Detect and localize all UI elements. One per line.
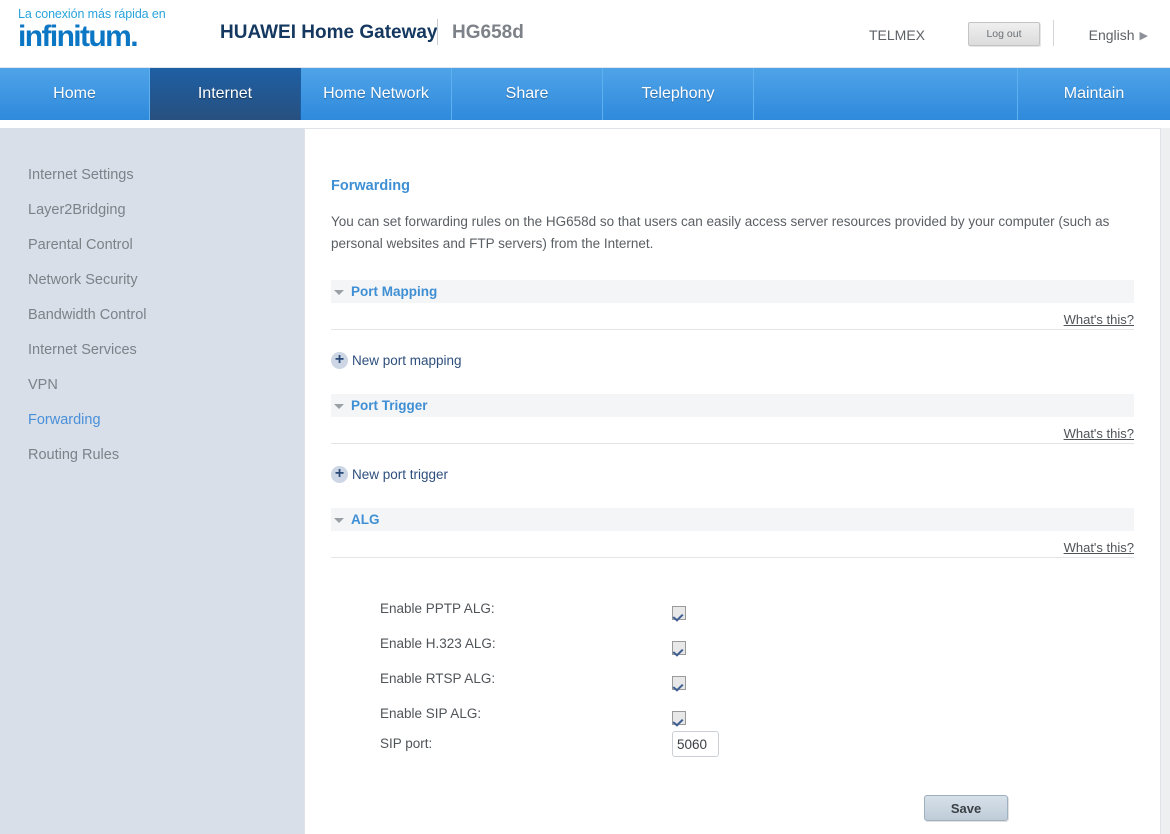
sidebar-item-forwarding[interactable]: Forwarding [0,410,304,445]
alg-form: Enable PPTP ALG: Enable H.323 ALG: Enabl… [331,591,1134,769]
whats-this-link-port-trigger[interactable]: What's this? [1064,426,1134,441]
sidebar-item-bandwidth-control[interactable]: Bandwidth Control [0,305,304,340]
logo-tagline: La conexión más rápida en [18,7,166,21]
section-header-port-trigger[interactable]: Port Trigger [331,394,1134,417]
section-port-trigger: Port Trigger What's this? + New port tri… [331,394,1134,483]
label-h323-alg: Enable H.323 ALG: [380,636,496,651]
save-button-wrapper: Save [924,795,1008,821]
triangle-down-icon [334,518,344,523]
main-navigation: Home Internet Home Network Share Telepho… [0,68,1170,128]
page-description: You can set forwarding rules on the HG65… [331,214,1110,251]
label-sip-port: SIP port: [380,736,433,751]
label-rtsp-alg: Enable RTSP ALG: [380,671,496,686]
label-pptp-alg: Enable PPTP ALG: [380,601,495,616]
brand-title: HUAWEI Home Gateway [220,22,438,43]
nav-item-home-network[interactable]: Home Network [301,68,452,120]
checkbox-pptp-alg[interactable] [672,606,686,620]
page-body: Internet Settings Layer2Bridging Parenta… [0,120,1170,834]
field-row-sip-alg: Enable SIP ALG: [331,696,1134,731]
nav-item-telephony[interactable]: Telephony [603,68,754,120]
language-selector[interactable]: English ▶ [1089,27,1148,43]
section-alg: ALG What's this? Enable PPTP ALG: Enable… [331,508,1134,769]
section-title-port-trigger: Port Trigger [351,398,428,413]
label-sip-alg: Enable SIP ALG: [380,706,482,721]
new-port-trigger-label: New port trigger [352,467,449,482]
whats-this-row-port-mapping: What's this? [331,303,1134,330]
whats-this-link-port-mapping[interactable]: What's this? [1064,312,1134,327]
logout-button[interactable]: Log out [968,22,1040,46]
section-header-port-mapping[interactable]: Port Mapping [331,280,1134,303]
sidebar-item-internet-services[interactable]: Internet Services [0,340,304,375]
sidebar-item-internet-settings[interactable]: Internet Settings [0,165,304,200]
infinitum-logo[interactable]: La conexión más rápida en infinitum. [18,7,208,52]
checkbox-h323-alg[interactable] [672,641,686,655]
whats-this-row-alg: What's this? [331,531,1134,558]
section-port-mapping: Port Mapping What's this? + New port map… [331,280,1134,369]
field-row-sip-port: SIP port: [331,731,1134,769]
field-row-pptp-alg: Enable PPTP ALG: [331,591,1134,626]
field-row-rtsp-alg: Enable RTSP ALG: [331,661,1134,696]
section-header-alg[interactable]: ALG [331,508,1134,531]
sidebar-item-layer2bridging[interactable]: Layer2Bridging [0,200,304,235]
body-row: Internet Settings Layer2Bridging Parenta… [0,128,1170,834]
device-model: HG658d [452,22,524,43]
section-title-port-mapping: Port Mapping [351,284,438,299]
new-port-mapping-button[interactable]: + New port mapping [331,352,466,369]
new-port-mapping-label: New port mapping [352,353,462,368]
sidebar-item-vpn[interactable]: VPN [0,375,304,410]
logo-wordmark: infinitum. [18,22,208,52]
whats-this-link-alg[interactable]: What's this? [1064,540,1134,555]
nav-item-home[interactable]: Home [0,68,150,120]
triangle-down-icon [334,290,344,295]
triangle-down-icon [334,404,344,409]
chevron-right-icon: ▶ [1139,30,1148,42]
checkbox-sip-alg[interactable] [672,711,686,725]
brand-divider [437,19,438,45]
sidebar-item-parental-control[interactable]: Parental Control [0,235,304,270]
logo-wordmark-dot: . [130,20,138,53]
plus-circle-icon: + [331,466,348,483]
field-row-h323-alg: Enable H.323 ALG: [331,626,1134,661]
section-title-alg: ALG [351,512,380,527]
page-header: La conexión más rápida en infinitum. HUA… [0,0,1170,68]
language-divider [1053,20,1054,46]
account-name: TELMEX [868,27,925,43]
nav-item-maintain[interactable]: Maintain [1018,68,1170,120]
nav-item-share[interactable]: Share [452,68,603,120]
language-label: English [1088,27,1135,43]
whats-this-row-port-trigger: What's this? [331,417,1134,444]
page-title: Forwarding [331,178,410,194]
save-button[interactable]: Save [924,795,1008,821]
sip-port-input[interactable] [672,731,719,757]
nav-spacer [754,68,1018,120]
sidebar-item-routing-rules[interactable]: Routing Rules [0,445,304,480]
new-port-trigger-button[interactable]: + New port trigger [331,466,466,483]
plus-circle-icon: + [331,352,348,369]
sidebar-item-network-security[interactable]: Network Security [0,270,304,305]
checkbox-rtsp-alg[interactable] [672,676,686,690]
nav-item-internet[interactable]: Internet [150,68,301,120]
content-panel: Forwarding You can set forwarding rules … [304,128,1161,834]
sidebar: Internet Settings Layer2Bridging Parenta… [0,128,304,834]
logo-wordmark-text: infinitum [18,20,132,53]
